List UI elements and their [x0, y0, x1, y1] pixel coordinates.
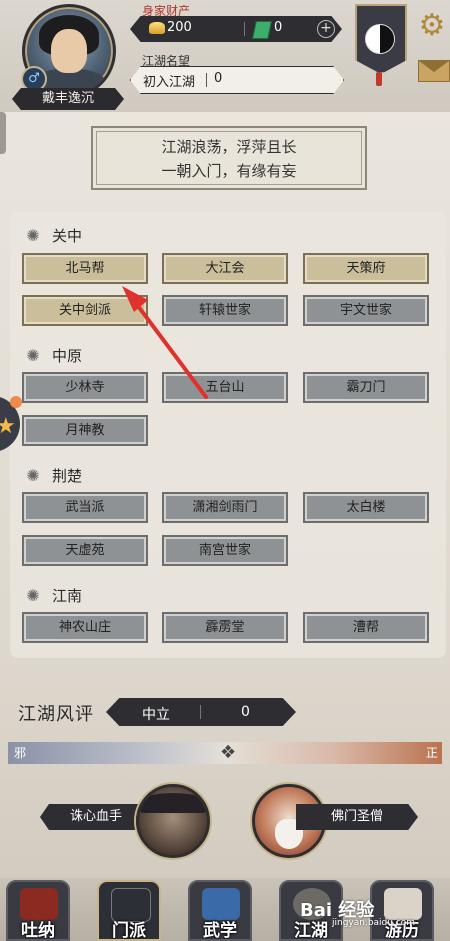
- sect-button-guanzhongjianpai[interactable]: 关中剑派: [22, 295, 148, 326]
- hat-decoration: [139, 793, 207, 813]
- notification-dot-icon: [10, 396, 22, 408]
- sect-button-xuanyuanshijia[interactable]: 轩辕世家: [162, 295, 288, 326]
- cloud-icon: ✺: [26, 225, 40, 245]
- region-jingchu: ✺ 荆楚: [24, 465, 82, 486]
- watermark-url: jingyan.baidu.com: [332, 918, 416, 928]
- stance-divider: [200, 705, 201, 719]
- player-name: 戴丰逸沉: [12, 88, 124, 110]
- jade-value: 0: [274, 20, 283, 35]
- sect-button-shennongshanzhuang[interactable]: 神农山庄: [22, 612, 148, 643]
- region-zhongyuan: ✺ 中原: [24, 345, 82, 366]
- jianghu-reputation-title: 江湖风评: [18, 704, 94, 725]
- add-currency-button[interactable]: +: [317, 20, 335, 38]
- cloud-icon: ✺: [26, 585, 40, 605]
- reputation-divider: [206, 73, 207, 87]
- nav-tab-youli[interactable]: 游历: [370, 880, 434, 941]
- gear-icon[interactable]: ⚙: [416, 10, 448, 42]
- intro-line-2: 一朝入门，有缘有妄: [161, 162, 297, 180]
- nav-tab-wuxue[interactable]: 武学: [188, 880, 252, 941]
- sect-button-shaolinsi[interactable]: 少林寺: [22, 372, 148, 403]
- region-label: 江南: [52, 587, 83, 605]
- region-label: 荆楚: [52, 467, 83, 485]
- sect-button-taibailou[interactable]: 太白楼: [303, 492, 429, 523]
- sect-button-wutaishan[interactable]: 五台山: [162, 372, 288, 403]
- sect-button-yueshenjiao[interactable]: 月神教: [22, 415, 148, 446]
- sect-button-tiancefu[interactable]: 天策府: [303, 253, 429, 284]
- region-label: 关中: [52, 227, 83, 245]
- region-label: 中原: [52, 347, 83, 365]
- left-edge-tab[interactable]: [0, 112, 6, 154]
- intro-line-1: 江湖浪荡，浮萍且长: [161, 138, 297, 156]
- sect-button-wudangpai[interactable]: 武当派: [22, 492, 148, 523]
- mail-icon[interactable]: [418, 60, 450, 82]
- gold-ingot-icon: [149, 22, 165, 34]
- stance-value: 0: [241, 704, 250, 720]
- nav-tab-menpai[interactable]: 门派: [97, 880, 161, 941]
- reputation-value: 0: [214, 71, 223, 86]
- sect-button-beimabang[interactable]: 北马帮: [22, 253, 148, 284]
- wealth-divider: [244, 22, 245, 36]
- stance-bar: [106, 698, 296, 726]
- sect-button-nangongshijia[interactable]: 南宫世家: [162, 535, 288, 566]
- sect-button-xiaoxiangjianyumen[interactable]: 潇湘剑雨门: [162, 492, 288, 523]
- stance-label: 中立: [142, 707, 170, 723]
- nav-label: 吐纳: [21, 921, 55, 941]
- cloud-icon: ✺: [26, 345, 40, 365]
- avatar-face: [51, 29, 87, 73]
- nav-label: 门派: [112, 921, 146, 941]
- taiji-icon[interactable]: [365, 24, 395, 54]
- cloud-icon: ✺: [26, 465, 40, 485]
- sect-button-tianxuyuan[interactable]: 天虚苑: [22, 535, 148, 566]
- nav-label: 武学: [203, 921, 237, 941]
- star-icon[interactable]: ★: [0, 414, 16, 439]
- intro-plaque: 江湖浪荡，浮萍且长 一朝入门，有缘有妄: [91, 126, 367, 190]
- alignment-marker-icon: ❖: [220, 742, 237, 763]
- sect-button-yuwenshijia[interactable]: 宇文世家: [303, 295, 429, 326]
- sect-button-badaomen[interactable]: 霸刀门: [303, 372, 429, 403]
- reputation-title: 初入江湖: [143, 75, 196, 90]
- evil-label: 邪: [14, 746, 27, 760]
- sect-button-caobang[interactable]: 漕帮: [303, 612, 429, 643]
- sect-button-piglitang[interactable]: 霹雳堂: [162, 612, 288, 643]
- tassel-decoration: [376, 72, 382, 86]
- gold-value: 200: [167, 20, 192, 35]
- sect-button-dajianghui[interactable]: 大江会: [162, 253, 288, 284]
- good-npc-label: 佛门圣僧: [296, 804, 418, 830]
- region-guanzhong: ✺ 关中: [24, 225, 82, 246]
- region-jiangnan: ✺ 江南: [24, 585, 82, 606]
- evil-npc-portrait[interactable]: [136, 784, 210, 858]
- good-label: 正: [426, 746, 439, 760]
- nav-tab-tuna[interactable]: 吐纳: [6, 880, 70, 941]
